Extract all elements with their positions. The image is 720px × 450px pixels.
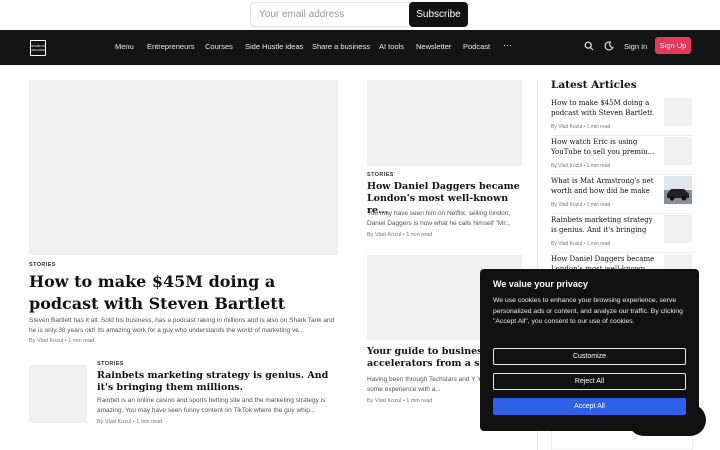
nav-item-podcast[interactable]: Podcast	[463, 42, 490, 51]
story-tag[interactable]: STORIES	[97, 361, 124, 367]
middle-a-read-time: 1 min read	[406, 232, 433, 238]
cookie-text: We use cookies to enhance your browsing …	[493, 297, 683, 325]
nav-item-share-business[interactable]: Share a business	[312, 42, 370, 51]
customize-button[interactable]: Customize	[493, 348, 686, 365]
middle-a-image[interactable]	[367, 80, 522, 166]
subscribe-bar: Subscribe	[0, 0, 720, 30]
reject-all-button[interactable]: Reject All	[493, 373, 686, 390]
latest-item-read-time: 1 min read	[586, 163, 611, 169]
more-menu-icon[interactable]: ···	[503, 40, 512, 50]
feature-title[interactable]: How to make $45M doing a podcast with St…	[29, 271, 339, 315]
nav-item-entrepreneurs[interactable]: Entrepreneurs	[147, 42, 195, 51]
middle-b-meta: By Vlad Kozul • 1 min read	[367, 398, 432, 404]
latest-item-meta: By Vlad Kozul • 1 min read	[551, 124, 610, 130]
story-meta: By Vlad Kozul • 1 min read	[97, 419, 162, 425]
main-nav: STARTUP ARCHIVE Menu Entrepreneurs Cours…	[0, 30, 720, 65]
latest-item-read-time: 1 min read	[586, 124, 611, 130]
story-author[interactable]: By Vlad Kozul	[97, 419, 131, 425]
subscribe-button[interactable]: Subscribe	[409, 2, 468, 27]
cookie-title: We value your privacy	[493, 279, 588, 289]
story-excerpt: Rainbet is an online casino and sports b…	[97, 397, 326, 414]
latest-item-title[interactable]: How watch Eric is using YouTube to sell …	[551, 137, 655, 157]
middle-a-author[interactable]: By Vlad Kozul	[367, 232, 401, 238]
feature-meta: By Vlad Kozul • 1 min read	[29, 338, 94, 344]
latest-item-author[interactable]: By Vlad Kozul	[551, 202, 582, 208]
latest-item-meta: By Vlad Kozul • 1 min read	[551, 163, 610, 169]
latest-item[interactable]: How watch Eric is using YouTube to sell …	[551, 137, 693, 175]
nav-item-menu[interactable]: Menu	[115, 42, 134, 51]
latest-item-author[interactable]: By Vlad Kozul	[551, 163, 582, 169]
latest-item-read-time: 1 min read	[586, 202, 611, 208]
latest-item-meta: By Vlad Kozul • 1 min read	[551, 202, 610, 208]
latest-item-thumb[interactable]	[664, 215, 692, 243]
feature-tag[interactable]: STORIES	[29, 262, 56, 268]
latest-item[interactable]: Rainbets marketing strategy is genius. A…	[551, 215, 693, 253]
middle-b-read-time: 1 min read	[406, 398, 433, 404]
search-icon[interactable]	[584, 41, 594, 51]
site-logo[interactable]: STARTUP ARCHIVE	[30, 40, 46, 56]
feature-read-time: 1 min read	[68, 338, 95, 344]
story-title[interactable]: Rainbets marketing strategy is genius. A…	[97, 370, 335, 394]
middle-a-tag[interactable]: STORIES	[367, 172, 394, 178]
email-input[interactable]	[250, 2, 410, 27]
latest-heading: Latest Articles	[551, 79, 637, 91]
latest-item-title[interactable]: What is Mat Armstrong's net worth and ho…	[551, 176, 655, 196]
latest-item-thumb[interactable]	[664, 137, 692, 165]
latest-item-thumb[interactable]	[664, 98, 692, 126]
feature-image[interactable]	[29, 80, 338, 255]
latest-item[interactable]: How to make $45M doing a podcast with St…	[551, 98, 693, 136]
nav-item-newsletter[interactable]: Newsletter	[416, 42, 451, 51]
latest-item-meta: By Vlad Kozul • 1 min read	[551, 241, 610, 247]
story-read-time: 1 min read	[136, 419, 163, 425]
latest-item-author[interactable]: By Vlad Kozul	[551, 124, 582, 130]
latest-item-title[interactable]: Rainbets marketing strategy is genius. A…	[551, 215, 655, 235]
nav-item-side-hustle[interactable]: Side Hustle ideas	[245, 42, 303, 51]
story-thumb[interactable]	[29, 365, 87, 423]
sign-up-button[interactable]: Sign Up	[655, 37, 691, 54]
sign-in-link[interactable]: Sign In	[624, 42, 647, 51]
feature-author[interactable]: By Vlad Kozul	[29, 338, 63, 344]
accept-all-button[interactable]: Accept All	[493, 398, 686, 415]
feature-excerpt: Steven Bartlett has it all. Sold his bus…	[29, 317, 335, 334]
nav-item-ai-tools[interactable]: AI tools	[379, 42, 404, 51]
moon-icon[interactable]	[604, 41, 614, 51]
nav-item-courses[interactable]: Courses	[205, 42, 233, 51]
middle-b-author[interactable]: By Vlad Kozul	[367, 398, 401, 404]
cookie-banner: We value your privacy We use cookies to …	[480, 269, 699, 431]
middle-a-excerpt: You may have seen him on Netflix, sellin…	[367, 210, 511, 227]
latest-item-read-time: 1 min read	[586, 241, 611, 247]
car-photo-thumb[interactable]	[664, 176, 692, 204]
latest-item-author[interactable]: By Vlad Kozul	[551, 241, 582, 247]
middle-a-meta: By Vlad Kozul • 1 min read	[367, 232, 432, 238]
latest-item-title[interactable]: How to make $45M doing a podcast with St…	[551, 98, 655, 118]
latest-item[interactable]: What is Mat Armstrong's net worth and ho…	[551, 176, 693, 214]
